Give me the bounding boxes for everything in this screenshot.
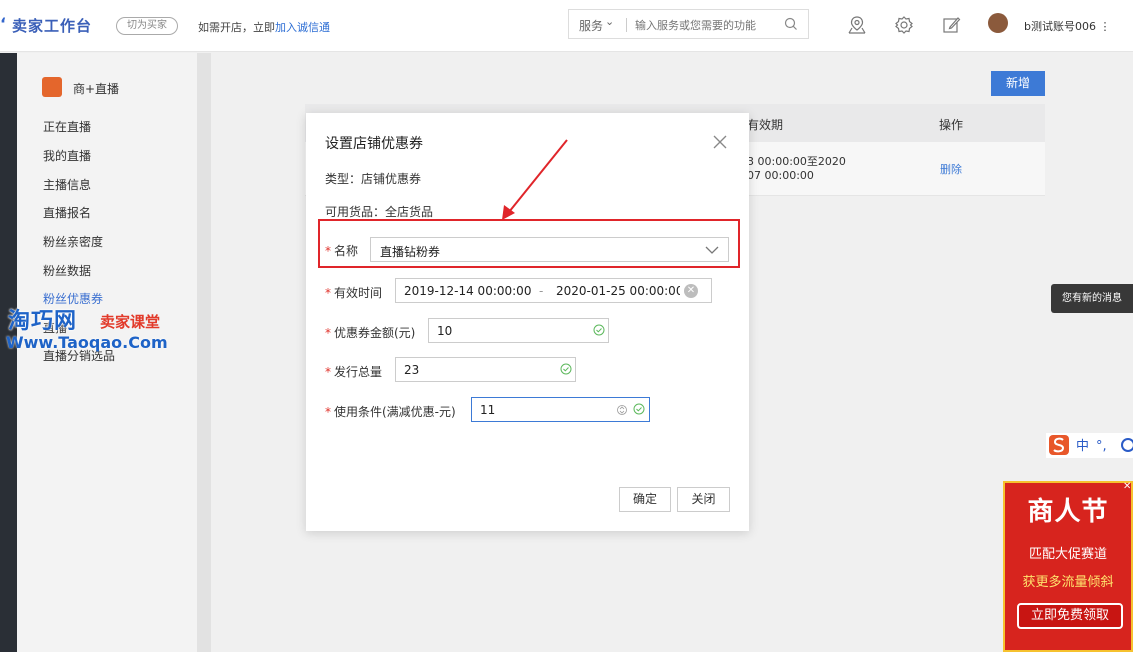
column-validity: 有效期 — [747, 118, 784, 132]
dialog-title: 设置店铺优惠券 — [325, 136, 423, 152]
amount-value: 10 — [437, 324, 453, 338]
sidebar: 商+直播 正在直播 我的直播 主播信息 直播报名 粉丝亲密度 粉丝数据 粉丝优惠… — [17, 53, 197, 652]
account-name[interactable]: b测试账号006 ⋮ — [1024, 18, 1110, 34]
start-date[interactable]: 2019-12-14 00:00:00 — [404, 284, 531, 298]
total-label-text: 发行总量 — [334, 365, 383, 379]
watermark-tagline: 卖家课堂 — [100, 313, 161, 331]
join-link[interactable]: 加入诚信通 — [275, 21, 330, 34]
promo-prefix: 如需开店，立即 — [198, 21, 275, 34]
condition-value: 11 — [480, 403, 496, 417]
clear-icon[interactable]: ✕ — [684, 284, 698, 298]
svg-text:°,: °, — [1096, 439, 1107, 454]
check-icon — [560, 363, 572, 375]
column-actions: 操作 — [939, 118, 964, 132]
chevron-down-icon[interactable]: ⌄ — [605, 15, 614, 28]
validity-cell-line1: 3 00:00:00至2020 — [747, 155, 846, 168]
sidebar-section-title: 商+直播 — [73, 82, 120, 96]
sidebar-item-live-signup[interactable]: 直播报名 — [43, 204, 91, 221]
condition-label-text: 使用条件(满减优惠-元) — [334, 405, 456, 419]
location-icon[interactable] — [846, 14, 868, 36]
search-input[interactable] — [635, 16, 775, 34]
close-icon[interactable] — [710, 132, 730, 152]
valid-time-label: * 有效时间 — [325, 286, 383, 300]
confirm-button[interactable]: 确定 — [619, 487, 671, 512]
coupon-type: 类型：店铺优惠券 — [325, 172, 422, 186]
amount-input[interactable]: 10 — [428, 318, 609, 343]
amount-label: * 优惠券金额(元) — [325, 326, 416, 340]
end-date[interactable]: 2020-01-25 00:00:00 — [556, 284, 680, 298]
date-range-picker[interactable]: 2019-12-14 00:00:00 - 2020-01-25 00:00:0… — [395, 278, 712, 303]
watermark-logo: 淘巧网 — [8, 309, 78, 334]
brand-title[interactable]: 卖家工作台 — [12, 15, 92, 36]
date-separator: - — [539, 284, 544, 298]
total-value: 23 — [404, 363, 420, 377]
ad-claim-button[interactable]: 立即免费领取 — [1017, 603, 1123, 629]
coupon-dialog: 设置店铺优惠券 类型：店铺优惠券 可用货品：全店货品 * 名称 直播钻粉券 * 有效… — [306, 113, 749, 531]
ime-toolbar-icon[interactable]: 中 °, — [1046, 433, 1133, 458]
switch-to-buyer-button[interactable]: 切为买家 — [116, 17, 178, 35]
avatar[interactable] — [988, 13, 1008, 33]
sidebar-item-live-now[interactable]: 正在直播 — [43, 118, 91, 135]
available-goods: 可用货品：全店货品 — [325, 205, 434, 219]
validity-cell-line2: 07 00:00:00 — [747, 169, 814, 182]
search-box: 服务 ⌄ — [568, 9, 809, 39]
svg-text:中: 中 — [1076, 439, 1089, 454]
sidebar-item-host-info[interactable]: 主播信息 — [43, 176, 91, 193]
total-label: * 发行总量 — [325, 365, 383, 379]
promo-ad[interactable]: ✕ 商人节 匹配大促赛道 获更多流量倾斜 立即免费领取 — [1003, 481, 1133, 652]
close-button[interactable]: 关闭 — [677, 487, 730, 512]
edit-icon[interactable] — [940, 14, 962, 36]
total-input[interactable]: 23 — [395, 357, 576, 382]
divider — [626, 18, 627, 32]
ad-line1: 匹配大促赛道 — [1028, 547, 1107, 562]
new-message-toast[interactable]: 您有新的消息 — [1051, 284, 1133, 313]
check-icon — [593, 324, 605, 336]
live-icon — [42, 77, 62, 97]
condition-label: * 使用条件(满减优惠-元) — [325, 405, 456, 419]
search-icon[interactable] — [783, 16, 799, 32]
highlight-box — [318, 219, 740, 268]
add-button[interactable]: 新增 — [991, 71, 1045, 96]
ad-line2: 获更多流量倾斜 — [1022, 575, 1114, 590]
check-icon — [633, 403, 645, 415]
delete-link[interactable]: 删除 — [940, 161, 962, 177]
gear-icon[interactable] — [893, 14, 915, 36]
sidebar-item-my-live[interactable]: 我的直播 — [43, 147, 91, 164]
condition-input[interactable]: 11 — [471, 397, 650, 422]
left-dark-strip — [0, 53, 17, 652]
sidebar-item-fan-data[interactable]: 粉丝数据 — [43, 262, 91, 279]
valid-time-label-text: 有效时间 — [334, 286, 383, 300]
ad-title: 商人节 — [1027, 497, 1109, 527]
sidebar-item-fan-intimacy[interactable]: 粉丝亲密度 — [43, 233, 103, 250]
search-scope-select[interactable]: 服务 — [579, 17, 603, 34]
stepper-icon[interactable] — [617, 404, 627, 416]
watermark-url: Www.Taoqao.Com — [6, 333, 168, 352]
amount-label-text: 优惠券金额(元) — [334, 326, 416, 340]
top-bar: ‘ 卖家工作台 切为买家 如需开店，立即加入诚信通 服务 ⌄ b测试账号006 … — [0, 0, 1133, 52]
logo-icon: ‘ — [0, 14, 7, 33]
sidebar-scrollbar[interactable] — [197, 53, 211, 652]
promo-text: 如需开店，立即加入诚信通 — [198, 19, 330, 35]
